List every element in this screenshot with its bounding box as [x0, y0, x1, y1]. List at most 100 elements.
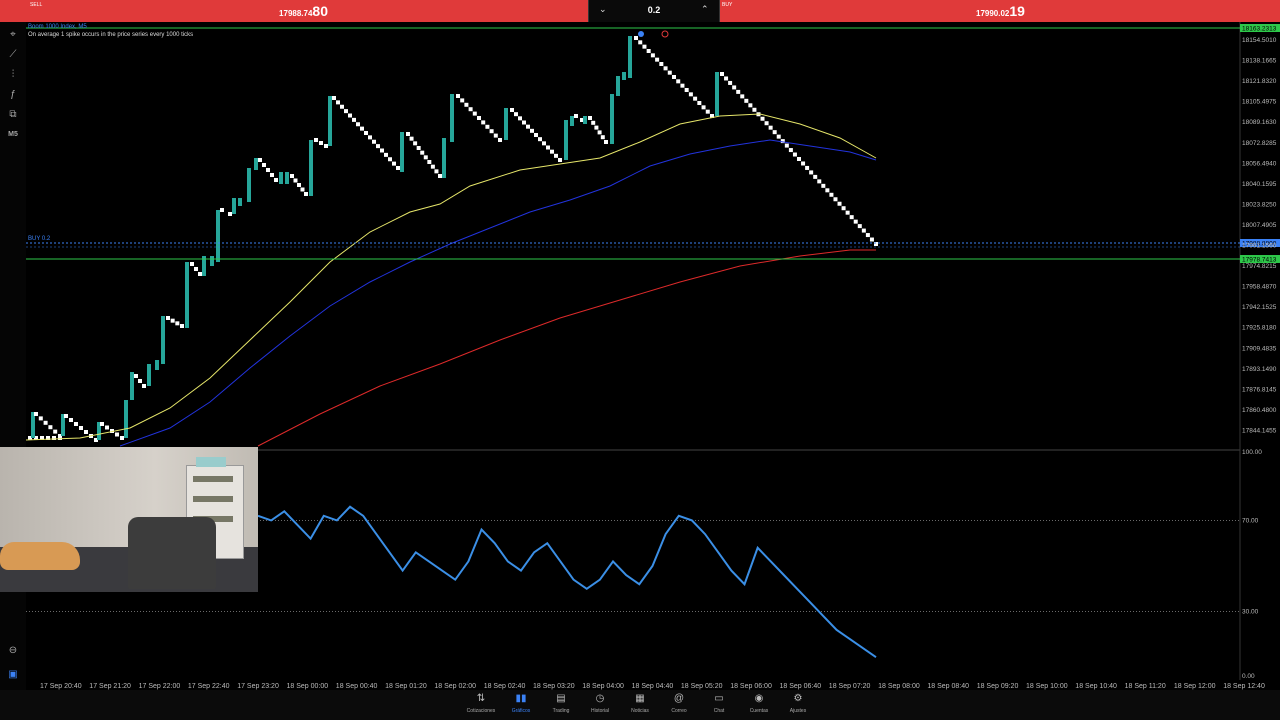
lot-size[interactable]: 0.2	[589, 5, 719, 15]
nav-icon: ⇅	[476, 693, 486, 704]
settings-icon[interactable]: ▣	[6, 668, 20, 682]
bear-candle	[805, 165, 810, 170]
position-tag[interactable]: BUY 0.2	[28, 236, 51, 242]
bull-candle	[238, 198, 242, 206]
bear-candle	[833, 197, 838, 202]
time-axis-label: 18 Sep 04:40	[632, 683, 674, 690]
chevron-up-icon[interactable]: ⌃	[701, 4, 709, 15]
bear-candle	[676, 79, 681, 84]
price-axis: 18154.5010 18138.1665 18121.8320 18105.4975…	[1242, 37, 1277, 434]
nav-item-chat[interactable]: ▭ Chat	[699, 692, 739, 714]
price-axis-label: 17909.4835	[1242, 345, 1277, 352]
bear-candle	[768, 125, 773, 130]
time-axis-label: 18 Sep 02:40	[484, 683, 526, 690]
bull-candle	[628, 36, 632, 78]
bear-candle	[485, 124, 490, 129]
bear-candle	[266, 168, 270, 172]
bear-candle	[100, 422, 104, 426]
bear-candle	[588, 116, 592, 120]
bull-candle	[254, 158, 258, 170]
bear-candle	[392, 161, 396, 166]
sell-price-pips: 80	[312, 3, 328, 19]
bear-candle	[376, 144, 380, 149]
price-axis-label: 17860.4800	[1242, 407, 1277, 414]
bear-candle	[364, 131, 368, 135]
bear-candle	[477, 116, 481, 120]
objects-icon[interactable]: ⧉	[6, 108, 20, 122]
bear-candle	[270, 173, 274, 177]
bear-candle	[680, 83, 685, 88]
nav-icon: @	[673, 693, 685, 704]
bear-candle	[760, 116, 765, 121]
price-chart[interactable]: 18163.231317978.741317988.8800 18154.501…	[0, 0, 1280, 720]
bear-candle	[788, 148, 793, 153]
time-axis-label: 18 Sep 02:00	[434, 683, 476, 690]
bear-candle	[638, 40, 643, 45]
bear-candle	[554, 153, 558, 158]
bear-candle	[69, 418, 73, 422]
bear-candle	[340, 104, 344, 109]
bear-candle	[837, 201, 842, 206]
nav-item-correo[interactable]: @ Correo	[659, 692, 699, 714]
alert-marker-icon[interactable]	[661, 30, 669, 38]
bear-candle	[697, 101, 702, 105]
sell-button[interactable]: SELL 17988.7480	[0, 0, 588, 22]
nav-item-cuentas[interactable]: ◉ Cuentas	[739, 692, 779, 714]
function-icon[interactable]: ƒ	[6, 88, 20, 102]
bull-candle	[715, 72, 719, 116]
bear-candle	[372, 139, 376, 144]
time-axis-label: 17 Sep 22:00	[139, 683, 181, 690]
bear-candle	[534, 133, 538, 137]
price-axis-label: 18023.8250	[1242, 201, 1277, 208]
bear-candle	[336, 100, 340, 105]
bear-candle	[672, 75, 676, 79]
nav-item-noticias[interactable]: ▦ Noticias	[620, 692, 660, 714]
bear-candle	[53, 429, 58, 434]
sell-label: SELL	[30, 2, 43, 8]
bull-candle	[583, 116, 587, 124]
bear-candle	[817, 179, 822, 184]
bull-candle	[155, 360, 159, 370]
timeframe-button[interactable]: M5	[6, 128, 20, 142]
bear-candle	[604, 140, 608, 144]
nav-item-graficos[interactable]: ▮▮ Gráficos	[501, 692, 541, 714]
bull-candle	[570, 116, 574, 126]
price-axis-label: 17991.1560	[1242, 243, 1277, 250]
buy-button[interactable]: BUY 17990.0219	[720, 0, 1280, 22]
price-axis-label: 17958.4870	[1242, 284, 1277, 291]
oscillator-line	[257, 505, 877, 659]
nav-item-historial[interactable]: ◷ Historial	[580, 692, 620, 714]
zoom-icon[interactable]: ⊖	[6, 644, 20, 658]
buy-price-pips: 19	[1009, 3, 1025, 19]
nav-item-cotizaciones[interactable]: ⇅ Cotizaciones	[461, 692, 501, 714]
fast-ma-line	[25, 113, 877, 441]
osc-axis-label: 70.00	[1242, 517, 1259, 524]
bear-candle	[591, 120, 596, 125]
moving-averages	[25, 113, 877, 447]
indicators-icon[interactable]: ⫶	[6, 68, 20, 82]
trade-marker-icon[interactable]	[638, 31, 644, 37]
time-axis-label: 18 Sep 12:40	[1223, 683, 1265, 690]
bear-candle	[348, 113, 352, 118]
bear-candle	[438, 174, 442, 178]
bear-candle	[493, 133, 498, 138]
nav-label: Ajustes	[789, 708, 807, 714]
crosshair-icon[interactable]: ⌖	[6, 28, 20, 42]
bear-candle	[64, 414, 68, 418]
nav-icon: ▮▮	[515, 693, 527, 704]
bear-candle	[646, 49, 651, 53]
bear-candle	[142, 384, 146, 388]
nav-item-ajustes[interactable]: ⚙ Ajustes	[778, 692, 818, 714]
bear-candle	[792, 152, 797, 157]
bear-candle	[427, 160, 432, 164]
nav-icon: ⚙	[793, 693, 803, 704]
bull-candle	[130, 372, 134, 400]
bear-candle	[693, 96, 698, 101]
nav-item-trading[interactable]: ▤ Trading	[541, 692, 581, 714]
nav-icon: ▭	[714, 693, 724, 704]
trendline-icon[interactable]: ⟋	[6, 48, 20, 62]
nav-icon: ▦	[635, 693, 645, 704]
bear-candle	[526, 124, 530, 129]
price-axis-label: 17893.1490	[1242, 366, 1277, 373]
nav-label: Noticias	[631, 708, 649, 714]
